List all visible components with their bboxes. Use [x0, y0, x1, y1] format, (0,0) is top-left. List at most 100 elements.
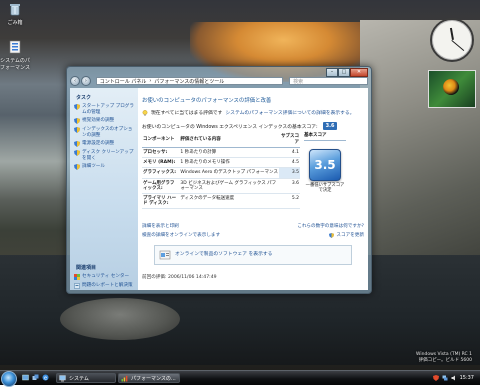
base-score-line: お使いのコンピュータの Windows エクスペリエンス インデックスの基本スコ… [142, 122, 364, 130]
shield-icon [74, 164, 80, 170]
see-also-link[interactable]: 問題のレポートと解決策 [74, 283, 134, 289]
watermark-line: 評価コピー。ビルド 5600 [418, 358, 472, 363]
table-row: プロセッサ: 1 秒あたりの計算 4.1 [142, 147, 300, 159]
component-desc: 3D ビジネスおよびゲーム グラフィックス パフォーマンス [179, 178, 280, 195]
component-name: グラフィックス: [142, 167, 180, 179]
base-score-caption: 一番低いサブスコアで決定 [305, 183, 345, 193]
online-details-link[interactable]: 検査の詳細をオンラインで表示します [142, 232, 220, 238]
what-mean-link[interactable]: これらの数字の意味は何ですか? [297, 223, 364, 229]
component-desc: 1 秒あたりの計算 [179, 147, 280, 159]
task-link-label: ディスク クリーンアップを開く [82, 150, 134, 161]
taskbar-button-label: システム [69, 376, 89, 382]
score-table-header: コンポーネント 評価されている内容 サブスコア [142, 132, 300, 148]
desktop-icon-recycle-bin[interactable]: ごみ箱 [0, 2, 30, 26]
subscore: 3.6 [279, 178, 300, 195]
build-watermark: Windows Vista (TM) RC 1 評価コピー。ビルド 5600 [416, 352, 472, 364]
software-offer-box[interactable]: オンラインで製品のソフトウェア を表示する [154, 245, 352, 265]
task-link-label: インデックスのオプションの調整 [82, 127, 133, 138]
subscore: 4.1 [279, 147, 300, 159]
breadcrumb-item[interactable]: コントロール パネル [100, 78, 147, 85]
base-score-badge: 3.5 [309, 149, 341, 181]
base-score-small: 3.6 [322, 122, 338, 130]
view-details-link[interactable]: 詳細を表示と印刷 [142, 223, 179, 229]
offer-text: オンラインで製品のソフトウェア を表示する [175, 252, 273, 257]
base-score-text: お使いのコンピュータの Windows エクスペリエンス インデックスの基本スコ… [142, 124, 318, 130]
task-link[interactable]: 視覚効果の調整 [74, 118, 134, 124]
taskbar-button-performance[interactable]: パフォーマンスの... [118, 373, 180, 383]
internet-explorer-icon[interactable]: e [42, 374, 49, 381]
shield-icon [74, 141, 80, 147]
toucan-photo [443, 79, 459, 95]
details-links: 詳細を表示と印刷 これらの数字の意味は何ですか? 検査の詳細をオンラインで表示し… [142, 220, 364, 238]
shield-icon [74, 104, 80, 110]
breadcrumb-separator: › [149, 78, 152, 84]
computer-icon [59, 375, 66, 382]
learn-more-link[interactable]: システムのパフォーマンス評価についての詳細を表示する。 [225, 109, 354, 116]
slideshow-gadget[interactable] [428, 70, 476, 108]
column-header: 評価されている内容 [179, 132, 280, 148]
desktop-icon-performance[interactable]: システムのパフォーマンス [0, 40, 30, 71]
clock-gadget[interactable] [430, 18, 474, 62]
see-also-link[interactable]: セキュリティ センター [74, 274, 134, 280]
table-row: ゲーム用グラフィックス: 3D ビジネスおよびゲーム グラフィックス パフォーマ… [142, 178, 300, 195]
tip-line: 現在すべてに当てはまる評価です システムのパフォーマンス評価についての詳細を表示… [142, 109, 364, 116]
show-desktop-icon[interactable] [22, 374, 29, 381]
address-bar[interactable]: コントロール パネル › パフォーマンスの情報とツール [95, 77, 284, 85]
task-link-label: スタートアップ プログラムの管理 [82, 104, 134, 115]
update-score-label: スコアを更新 [336, 233, 364, 238]
taskbar-button-system[interactable]: システム [56, 373, 116, 383]
task-link-label: 詳細ツール [82, 164, 105, 169]
switch-windows-icon[interactable] [32, 374, 39, 381]
table-row: グラフィックス: Windows Aero のデスクトップ パフォーマンス 3.… [142, 167, 300, 179]
task-link[interactable]: インデックスのオプションの調整 [74, 127, 134, 138]
taskbar-button-label: パフォーマンスの... [131, 376, 176, 382]
wallpaper-rock [60, 298, 180, 340]
clock-time[interactable]: 15:37 [460, 375, 474, 381]
component-name: プライマリ ハード ディスク: [142, 193, 180, 210]
navigation-bar: ‹ › コントロール パネル › パフォーマンスの情報とツール 検索 [70, 76, 368, 86]
shield-icon [329, 232, 335, 238]
see-also-section: 関連項目 セキュリティ センター 問題のレポートと解決策 [70, 258, 138, 289]
security-center-icon [74, 274, 80, 280]
forward-button[interactable]: › [80, 76, 91, 86]
start-button[interactable] [1, 371, 17, 387]
component-desc: ディスクのデータ転送速度 [179, 193, 280, 210]
back-button[interactable]: ‹ [70, 76, 80, 86]
breadcrumb-item[interactable]: パフォーマンスの情報とツール [154, 78, 224, 85]
network-icon[interactable] [442, 375, 448, 381]
task-pane: タスク スタートアップ プログラムの管理 視覚効果の調整 インデックスのオプショ… [70, 88, 138, 290]
tip-text: 現在すべてに当てはまる評価です [151, 111, 223, 116]
see-also-label: セキュリティ センター [82, 274, 130, 279]
recycle-bin-icon [10, 4, 20, 16]
system-tray: 15:37 [432, 371, 480, 385]
component-desc: Windows Aero のデスクトップ パフォーマンス [179, 167, 280, 179]
task-link[interactable]: 電源設定の調整 [74, 141, 134, 147]
window-content: タスク スタートアップ プログラムの管理 視覚効果の調整 インデックスのオプショ… [70, 88, 368, 290]
task-link-label: 視覚効果の調整 [82, 118, 115, 123]
control-panel-window[interactable]: – □ ✕ ‹ › コントロール パネル › パフォーマンスの情報とツール 検索… [66, 66, 372, 294]
last-update-text: 前回の評価: 2006/11/06 14:47:49 [142, 275, 217, 280]
volume-icon[interactable] [451, 375, 457, 381]
table-row: プライマリ ハード ディスク: ディスクのデータ転送速度 5.2 [142, 193, 300, 210]
window-titlebar[interactable]: – □ ✕ [67, 67, 371, 77]
shortcut-icon [9, 40, 21, 54]
search-placeholder: 検索 [293, 78, 304, 85]
base-score-column: 基本スコア 3.5 一番低いサブスコアで決定 [304, 132, 346, 193]
desktop-icon-label: システムのパフォーマンス [0, 58, 30, 71]
column-header: 基本スコア [304, 132, 346, 141]
security-icon[interactable] [432, 375, 439, 381]
task-link[interactable]: 詳細ツール [74, 164, 134, 170]
shield-icon [74, 127, 80, 133]
shield-icon [74, 150, 80, 156]
task-link[interactable]: ディスク クリーンアップを開く [74, 150, 134, 161]
update-score-link[interactable]: スコアを更新 [329, 232, 364, 238]
column-header: サブスコア [279, 132, 300, 148]
subscore: 3.5 [279, 167, 300, 179]
page-title: お使いのコンピュータのパフォーマンスの評価と改善 [142, 98, 272, 104]
task-link-label: 電源設定の調整 [82, 141, 115, 146]
task-link[interactable]: スタートアップ プログラムの管理 [74, 104, 134, 115]
main-pane: お使いのコンピュータのパフォーマンスの評価と改善 現在すべてに当てはまる評価です… [142, 88, 364, 290]
search-input[interactable]: 検索 [289, 77, 368, 85]
subscore: 5.2 [279, 193, 300, 210]
component-name: プロセッサ: [142, 147, 180, 159]
